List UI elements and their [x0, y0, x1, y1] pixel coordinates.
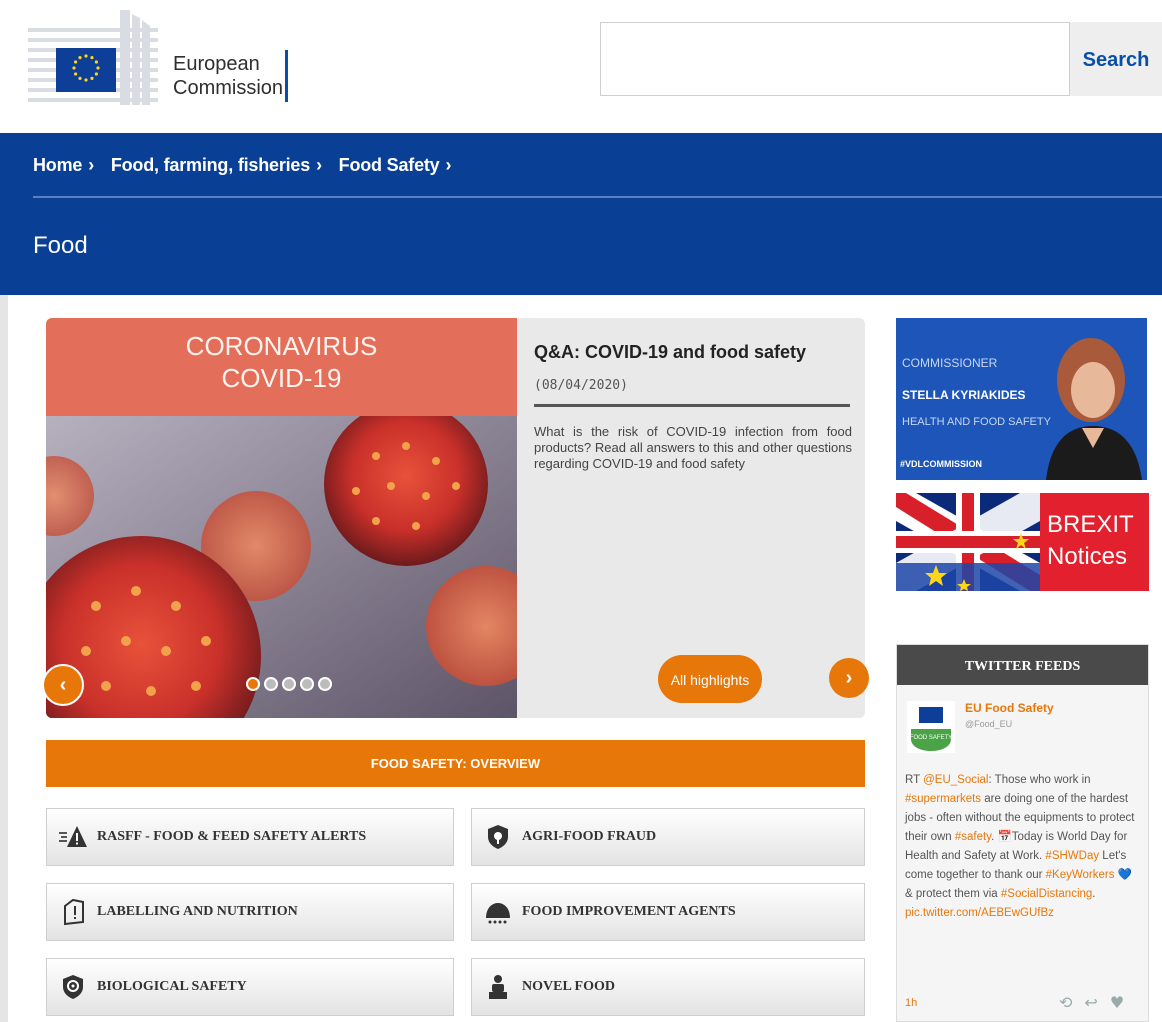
novel-food-icon — [489, 975, 507, 999]
commissioner-portfolio: HEALTH AND FOOD SAFETY — [902, 416, 1051, 428]
brexit-subtitle: Notices — [1047, 543, 1128, 570]
tweet-link[interactable]: pic.twitter.com/AEBEwGUfBz — [905, 907, 1054, 919]
carousel-next-button[interactable]: › — [829, 658, 869, 698]
header-divider — [33, 196, 1162, 198]
food-safety-overview-button[interactable]: FOOD SAFETY: OVERVIEW — [46, 740, 865, 787]
label-tag-icon — [64, 898, 84, 926]
tweet-link[interactable]: @EU_Social — [923, 774, 988, 786]
carousel-dot[interactable] — [300, 677, 314, 691]
virus-image-icon — [46, 416, 517, 718]
chevron-left-icon: ‹ — [59, 674, 67, 696]
tweet-link[interactable]: #supermarkets — [905, 793, 981, 805]
chevron-right-icon: › — [845, 667, 853, 689]
slide-date: (08/04/2020) — [534, 378, 628, 393]
avatar-text: FOOD SAFETY — [910, 735, 952, 741]
logo-line-commission: Commission — [173, 77, 284, 99]
uk-eu-flag-icon — [896, 493, 1040, 591]
carousel-prev-button[interactable]: ‹ — [42, 664, 84, 706]
retweet-icon[interactable]: ⟲ — [1059, 993, 1072, 1012]
tweet-account-handle: @Food_EU — [965, 719, 1013, 729]
reply-icon[interactable]: ↩ — [1084, 993, 1097, 1012]
tile-labelling-nutrition[interactable]: LABELLING AND NUTRITION — [46, 883, 454, 941]
tweet-text-segment: . — [1092, 888, 1096, 900]
chevron-right-icon: › — [316, 155, 322, 175]
tile-rasff-alerts[interactable]: RASFF - FOOD & FEED SAFETY ALERTS — [46, 808, 454, 866]
tile-agri-food-fraud[interactable]: AGRI-FOOD FRAUD — [471, 808, 865, 866]
slide-divider — [534, 404, 850, 407]
breadcrumb-home[interactable]: Home — [33, 155, 82, 175]
bio-shield-icon — [63, 975, 83, 999]
page-title: Food — [33, 232, 88, 259]
search-button[interactable]: Search — [1070, 22, 1162, 96]
carousel-dots — [246, 677, 336, 695]
tweet-account-name[interactable]: EU Food Safety — [965, 701, 1054, 715]
brexit-notices-banner[interactable]: BREXIT Notices — [896, 493, 1149, 591]
logo-text: European Commission — [173, 52, 283, 100]
coronavirus-banner-title: CORONAVIRUS COVID-19 — [46, 330, 517, 394]
virus-illustration — [46, 416, 517, 718]
tile-novel-food[interactable]: NOVEL FOOD — [471, 958, 865, 1016]
tweet-actions: ⟲ ↩ ♥ — [1059, 993, 1136, 1012]
tweet-link[interactable]: #SHWDay — [1045, 850, 1099, 862]
tweet-text: RT @EU_Social: Those who work in #superm… — [905, 771, 1141, 923]
search-input[interactable] — [600, 22, 1070, 96]
coronavirus-banner: CORONAVIRUS COVID-19 — [46, 318, 517, 416]
tile-label: AGRI-FOOD FRAUD — [522, 829, 657, 844]
banner-line-2: COVID-19 — [221, 363, 342, 393]
like-icon[interactable]: ♥ — [1110, 993, 1124, 1012]
tweet-text-segment: RT — [905, 774, 924, 786]
shield-icon — [488, 825, 508, 849]
alert-icon — [59, 826, 87, 847]
tile-biological-safety[interactable]: BIOLOGICAL SAFETY — [46, 958, 454, 1016]
twitter-feed-widget: TWITTER FEEDS FOOD SAFETY EU Food Safety… — [896, 644, 1149, 1022]
european-commission-logo[interactable]: European Commission — [28, 10, 298, 110]
site-header: European Commission Search — [0, 0, 1162, 133]
chevron-right-icon: › — [445, 155, 452, 175]
breadcrumb-food-safety[interactable]: Food Safety — [339, 155, 440, 175]
carousel-dot[interactable] — [246, 677, 260, 691]
tweet-text-segment: : Those who work in — [988, 774, 1091, 786]
all-highlights-button[interactable]: All highlights — [658, 655, 762, 703]
commissioner-hashtag: #VDLCOMMISSION — [900, 459, 983, 469]
slide-description: What is the risk of COVID-19 infection f… — [534, 424, 852, 471]
commissioner-banner[interactable]: COMMISSIONER STELLA KYRIAKIDES HEALTH AN… — [896, 318, 1147, 480]
slide-title[interactable]: Q&A: COVID-19 and food safety — [534, 342, 854, 363]
tile-label: FOOD IMPROVEMENT AGENTS — [522, 904, 736, 919]
twitter-feeds-heading: TWITTER FEEDS — [897, 645, 1148, 685]
logo-line-european: European — [173, 53, 260, 75]
logo-divider — [285, 50, 288, 102]
breadcrumb-food-farming-fisheries[interactable]: Food, farming, fisheries — [111, 155, 310, 175]
carousel-dot[interactable] — [318, 677, 332, 691]
tile-label: NOVEL FOOD — [522, 979, 615, 994]
tweet-link[interactable]: #safety — [955, 831, 991, 843]
chevron-right-icon: › — [88, 155, 95, 175]
commissioner-label: COMMISSIONER — [902, 356, 998, 370]
tweet-link[interactable]: #SocialDistancing — [1001, 888, 1092, 900]
slide-image[interactable]: CORONAVIRUS COVID-19 — [46, 318, 517, 718]
left-gutter — [0, 295, 8, 1022]
commissioner-name: STELLA KYRIAKIDES — [902, 388, 1026, 402]
food-agents-icon — [486, 903, 510, 924]
commission-building-icon — [28, 10, 158, 105]
breadcrumb: Home › Food, farming, fisheries › Food Saf… — [33, 155, 463, 176]
tweet-time[interactable]: 1h — [905, 997, 917, 1009]
brexit-red-panel — [1040, 493, 1149, 591]
tile-label: RASFF - FOOD & FEED SAFETY ALERTS — [97, 829, 367, 844]
tile-label: LABELLING AND NUTRITION — [97, 904, 298, 919]
carousel-dot[interactable] — [282, 677, 296, 691]
carousel-dot[interactable] — [264, 677, 278, 691]
banner-line-1: CORONAVIRUS — [185, 331, 378, 361]
tile-food-improvement-agents[interactable]: FOOD IMPROVEMENT AGENTS — [471, 883, 865, 941]
tweet-link[interactable]: #KeyWorkers — [1046, 869, 1115, 881]
brexit-title: BREXIT — [1047, 511, 1134, 538]
tile-label: BIOLOGICAL SAFETY — [97, 979, 247, 994]
eu-food-safety-avatar-icon[interactable]: FOOD SAFETY — [907, 701, 955, 753]
highlights-carousel: CORONAVIRUS COVID-19 Q&A: COVID-19 and f… — [46, 318, 865, 718]
